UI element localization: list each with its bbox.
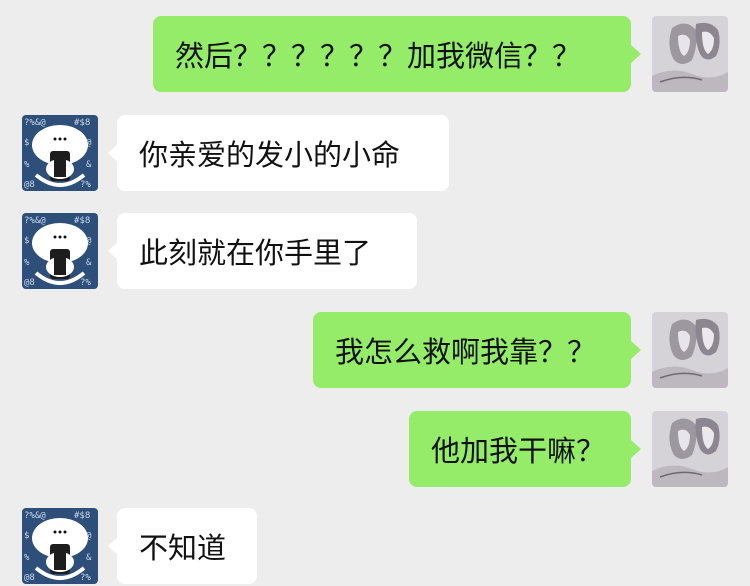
- svg-text:$: $: [24, 236, 29, 246]
- bubble-tail: [631, 341, 641, 359]
- svg-text:?%: ?%: [80, 278, 91, 288]
- message-text: 我怎么救啊我靠？？: [335, 335, 597, 369]
- couple-sketch-avatar-icon: [652, 16, 728, 92]
- bubble-tail: [631, 45, 641, 63]
- message-text: 他加我干嘛？: [431, 434, 606, 468]
- svg-text:$: $: [24, 138, 29, 148]
- cartoon-pig-avatar-icon: ?%&@ #$8 $ @ % & @8?%: [22, 213, 98, 289]
- message-bubble-incoming[interactable]: 此刻就在你手里了: [117, 213, 417, 289]
- svg-text:?%&@: ?%&@: [24, 511, 46, 521]
- cartoon-pig-avatar-icon: ?%&@ #$8 $ @ % & @8?%: [22, 115, 98, 191]
- self-avatar[interactable]: [652, 411, 728, 487]
- svg-text:&: &: [86, 160, 92, 170]
- bubble-tail: [631, 440, 641, 458]
- svg-text:&: &: [86, 258, 92, 268]
- message-bubble-incoming[interactable]: 你亲爱的发小的小命: [117, 115, 449, 191]
- message-bubble-outgoing[interactable]: 然后？？？？？？加我微信？？: [153, 16, 631, 92]
- self-avatar[interactable]: [652, 312, 728, 388]
- svg-text:@8: @8: [24, 573, 35, 583]
- self-avatar[interactable]: [652, 16, 728, 92]
- couple-sketch-avatar-icon: [652, 312, 728, 388]
- svg-text:@8: @8: [24, 180, 35, 190]
- svg-text:#$8: #$8: [74, 118, 90, 128]
- message-bubble-incoming[interactable]: 不知道: [117, 508, 257, 584]
- message-text: 你亲爱的发小的小命: [139, 138, 401, 172]
- svg-text:#$8: #$8: [74, 511, 90, 521]
- svg-text:?%&@: ?%&@: [24, 118, 46, 128]
- svg-text:?%&@: ?%&@: [24, 216, 46, 226]
- message-text: 然后？？？？？？加我微信？？: [175, 39, 582, 73]
- svg-text:#$8: #$8: [74, 216, 90, 226]
- svg-text:%: %: [24, 160, 30, 170]
- svg-text:?%: ?%: [80, 180, 91, 190]
- message-bubble-outgoing[interactable]: 他加我干嘛？: [409, 411, 631, 487]
- friend-avatar[interactable]: ?%&@ #$8 $ @ % & @8?%: [22, 115, 98, 191]
- svg-text:@8: @8: [24, 278, 35, 288]
- svg-text:&: &: [86, 553, 92, 563]
- message-bubble-outgoing[interactable]: 我怎么救啊我靠？？: [313, 312, 631, 388]
- friend-avatar[interactable]: ?%&@ #$8 $ @ % & @8?%: [22, 213, 98, 289]
- friend-avatar[interactable]: ?%&@ #$8 $ @ % & @8?%: [22, 508, 98, 584]
- cartoon-pig-avatar-icon: ?%&@ #$8 $ @ % & @8?%: [22, 508, 98, 584]
- svg-text:$: $: [24, 531, 29, 541]
- message-text: 不知道: [139, 531, 227, 565]
- message-text: 此刻就在你手里了: [139, 236, 372, 270]
- svg-text:?%: ?%: [80, 573, 91, 583]
- svg-text:%: %: [24, 553, 30, 563]
- svg-text:%: %: [24, 258, 30, 268]
- couple-sketch-avatar-icon: [652, 411, 728, 487]
